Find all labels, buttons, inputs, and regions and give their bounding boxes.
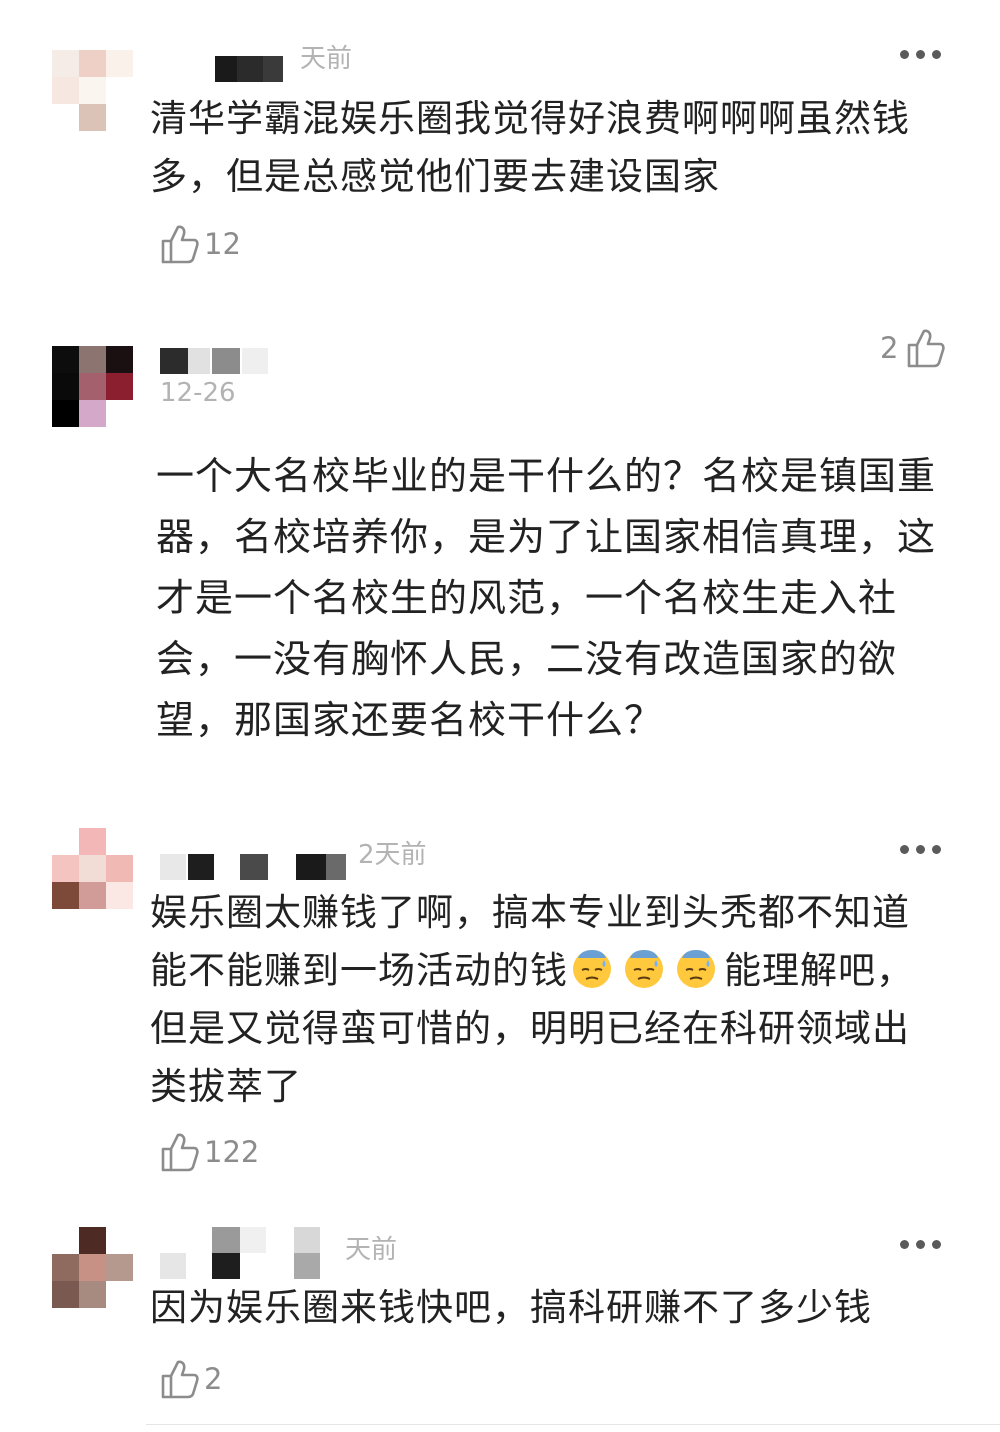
- comment-item: 12-26 2 一个大名校毕业的是干什么的？名校是镇国重器，名校培养你，是为了让…: [0, 300, 1000, 820]
- like-count: 2: [204, 1362, 223, 1396]
- comment-text: 因为娱乐圈来钱快吧，搞科研赚不了多少钱: [150, 1286, 872, 1329]
- avatar[interactable]: [52, 346, 133, 427]
- sweat-emoji: [625, 950, 663, 988]
- like-button[interactable]: 2: [160, 1357, 222, 1401]
- thumbs-up-outline-icon: [161, 1360, 199, 1399]
- thumbs-up-outline-icon: [161, 1133, 199, 1172]
- like-button[interactable]: 122: [160, 1130, 259, 1174]
- avatar[interactable]: [52, 828, 133, 909]
- like-button[interactable]: 2: [880, 326, 946, 370]
- comment-text: 一个大名校毕业的是干什么的？名校是镇国重器，名校培养你，是为了让国家相信真理，这…: [156, 454, 937, 742]
- like-button[interactable]: 12: [160, 222, 241, 266]
- avatar[interactable]: [52, 1227, 133, 1308]
- comment-text: 娱乐圈太赚钱了啊，搞本专业到头秃都不知道能不能赚到一场活动的钱 能理解吧，但是又觉…: [150, 884, 940, 1116]
- username-redacted[interactable]: [215, 56, 285, 82]
- comment-time: 12-26: [160, 378, 236, 408]
- username-redacted[interactable]: [160, 1227, 320, 1279]
- comment-time: 天前: [345, 1235, 398, 1265]
- thumbs-up-outline-icon: [161, 225, 199, 264]
- username-redacted[interactable]: [160, 854, 350, 880]
- comment-item: 天前 清华学霸混娱乐圈我觉得好浪费啊啊啊虽然钱多，但是总感觉他们要去建设国家 1…: [0, 0, 1000, 300]
- username-redacted[interactable]: [160, 348, 268, 374]
- divider: [146, 1424, 1000, 1425]
- avatar[interactable]: [52, 50, 133, 131]
- sweat-emoji: [573, 950, 611, 988]
- more-options-button[interactable]: [900, 50, 946, 60]
- thumbs-up-outline-icon: [908, 329, 946, 368]
- comment-item: 天前 因为娱乐圈来钱快吧，搞科研赚不了多少钱 2: [0, 1215, 1000, 1425]
- comment-text: 清华学霸混娱乐圈我觉得好浪费啊啊啊虽然钱多，但是总感觉他们要去建设国家: [150, 97, 910, 198]
- like-count: 122: [204, 1135, 260, 1169]
- comment-time: 2天前: [358, 840, 427, 870]
- more-options-button[interactable]: [900, 1240, 946, 1250]
- sweat-emoji: [677, 950, 715, 988]
- more-options-button[interactable]: [900, 845, 946, 855]
- like-count: 12: [204, 227, 241, 261]
- comment-time: 天前: [300, 44, 353, 74]
- comment-item: 2天前 娱乐圈太赚钱了啊，搞本专业到头秃都不知道能不能赚到一场活动的钱 能理解吧，…: [0, 820, 1000, 1215]
- like-count: 2: [880, 331, 899, 365]
